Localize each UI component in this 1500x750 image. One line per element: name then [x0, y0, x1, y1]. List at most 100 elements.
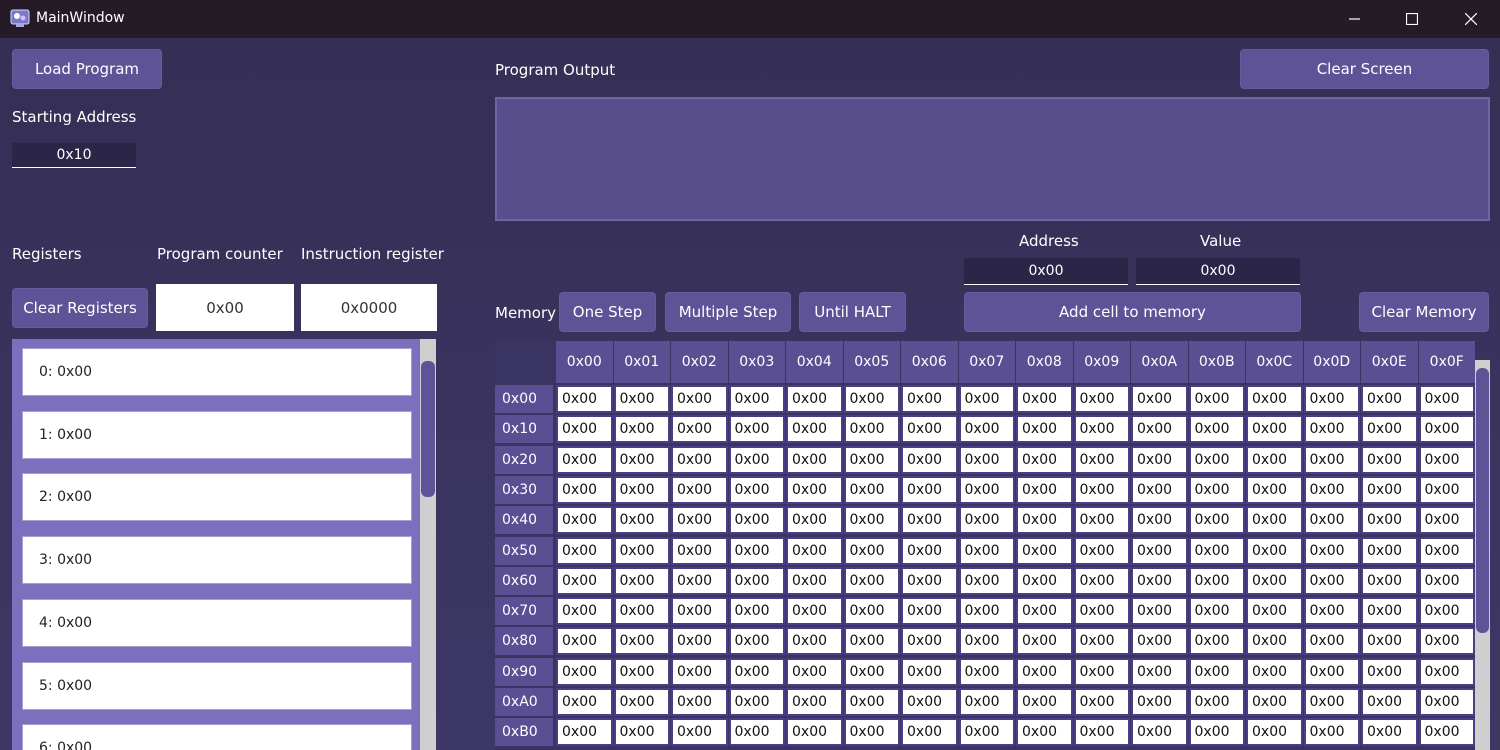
memory-cell[interactable]: 0x00: [613, 385, 670, 413]
register-item[interactable]: 0: 0x00: [22, 348, 412, 396]
memory-cell[interactable]: 0x00: [671, 385, 728, 413]
memory-cell[interactable]: 0x00: [1418, 657, 1475, 686]
memory-cell[interactable]: 0x00: [1073, 536, 1130, 565]
memory-cell[interactable]: 0x00: [728, 506, 785, 535]
memory-cell[interactable]: 0x00: [1188, 385, 1245, 413]
memory-cell[interactable]: 0x00: [671, 445, 728, 474]
memory-cell[interactable]: 0x00: [1361, 536, 1418, 565]
memory-cell[interactable]: 0x00: [1246, 445, 1303, 474]
memory-cell[interactable]: 0x00: [613, 475, 670, 504]
memory-cell[interactable]: 0x00: [671, 475, 728, 504]
memory-cell[interactable]: 0x00: [786, 475, 843, 504]
memory-cell[interactable]: 0x00: [1073, 597, 1130, 626]
add-cell-to-memory-button[interactable]: Add cell to memory: [964, 292, 1301, 332]
memory-cell[interactable]: 0x00: [1016, 566, 1073, 595]
memory-cell[interactable]: 0x00: [613, 506, 670, 535]
memory-cell[interactable]: 0x00: [1073, 688, 1130, 716]
memory-cell[interactable]: 0x00: [1303, 506, 1360, 535]
memory-cell[interactable]: 0x00: [1073, 415, 1130, 444]
memory-cell[interactable]: 0x00: [1361, 445, 1418, 474]
starting-address-input[interactable]: 0x10: [12, 143, 136, 168]
memory-cell[interactable]: 0x00: [901, 415, 958, 444]
memory-cell[interactable]: 0x00: [1246, 718, 1303, 747]
memory-cell[interactable]: 0x00: [1073, 566, 1130, 595]
memory-cell[interactable]: 0x00: [901, 536, 958, 565]
memory-cell[interactable]: 0x00: [786, 688, 843, 716]
until-halt-button[interactable]: Until HALT: [799, 292, 906, 332]
clear-memory-button[interactable]: Clear Memory: [1359, 292, 1489, 332]
memory-cell[interactable]: 0x00: [728, 688, 785, 716]
memory-cell[interactable]: 0x00: [958, 566, 1015, 595]
memory-cell[interactable]: 0x00: [843, 718, 900, 747]
memory-cell[interactable]: 0x00: [556, 536, 613, 565]
maximize-button[interactable]: [1383, 0, 1441, 38]
memory-cell[interactable]: 0x00: [1246, 415, 1303, 444]
register-item[interactable]: 2: 0x00: [22, 473, 412, 522]
register-item[interactable]: 4: 0x00: [22, 598, 412, 647]
memory-cell[interactable]: 0x00: [556, 688, 613, 716]
memory-cell[interactable]: 0x00: [958, 475, 1015, 504]
memory-cell[interactable]: 0x00: [1188, 475, 1245, 504]
registers-list[interactable]: 0: 0x00 1: 0x00 2: 0x00 3: 0x00 4: 0x00 5: 0x…: [12, 339, 436, 750]
memory-cell[interactable]: 0x00: [1016, 536, 1073, 565]
memory-cell[interactable]: 0x00: [671, 627, 728, 656]
memory-cell[interactable]: 0x00: [958, 415, 1015, 444]
memory-cell[interactable]: 0x00: [1131, 597, 1188, 626]
memory-cell[interactable]: 0x00: [1016, 657, 1073, 686]
memory-cell[interactable]: 0x00: [843, 627, 900, 656]
memory-cell[interactable]: 0x00: [728, 657, 785, 686]
memory-cell[interactable]: 0x00: [556, 627, 613, 656]
memory-cell[interactable]: 0x00: [1131, 445, 1188, 474]
clear-screen-button[interactable]: Clear Screen: [1240, 49, 1489, 89]
memory-cell[interactable]: 0x00: [671, 688, 728, 716]
memory-cell[interactable]: 0x00: [1418, 536, 1475, 565]
register-item[interactable]: 1: 0x00: [22, 410, 412, 459]
memory-cell[interactable]: 0x00: [901, 688, 958, 716]
memory-cell[interactable]: 0x00: [1188, 627, 1245, 656]
memory-cell[interactable]: 0x00: [958, 657, 1015, 686]
memory-cell[interactable]: 0x00: [728, 566, 785, 595]
memory-cell[interactable]: 0x00: [1418, 475, 1475, 504]
close-button[interactable]: [1442, 0, 1500, 38]
memory-cell[interactable]: 0x00: [1303, 415, 1360, 444]
memory-cell[interactable]: 0x00: [671, 415, 728, 444]
memory-cell[interactable]: 0x00: [556, 385, 613, 413]
memory-cell[interactable]: 0x00: [1073, 385, 1130, 413]
memory-cell[interactable]: 0x00: [958, 718, 1015, 747]
memory-cell[interactable]: 0x00: [1361, 506, 1418, 535]
memory-cell[interactable]: 0x00: [786, 385, 843, 413]
memory-cell[interactable]: 0x00: [1361, 385, 1418, 413]
memory-cell[interactable]: 0x00: [1131, 657, 1188, 686]
memory-cell[interactable]: 0x00: [1188, 445, 1245, 474]
memory-cell[interactable]: 0x00: [1418, 445, 1475, 474]
memory-cell[interactable]: 0x00: [1303, 597, 1360, 626]
memory-cell[interactable]: 0x00: [1246, 536, 1303, 565]
memory-cell[interactable]: 0x00: [728, 385, 785, 413]
memory-cell[interactable]: 0x00: [671, 657, 728, 686]
memory-cell[interactable]: 0x00: [728, 475, 785, 504]
memory-cell[interactable]: 0x00: [1246, 688, 1303, 716]
memory-cell[interactable]: 0x00: [958, 688, 1015, 716]
memory-scrollbar-thumb[interactable]: [1476, 368, 1489, 633]
memory-cell[interactable]: 0x00: [843, 475, 900, 504]
memory-cell[interactable]: 0x00: [1303, 657, 1360, 686]
memory-cell[interactable]: 0x00: [1361, 657, 1418, 686]
memory-cell[interactable]: 0x00: [1073, 657, 1130, 686]
memory-cell[interactable]: 0x00: [1016, 415, 1073, 444]
memory-cell[interactable]: 0x00: [1016, 475, 1073, 504]
memory-cell[interactable]: 0x00: [728, 445, 785, 474]
memory-cell[interactable]: 0x00: [958, 536, 1015, 565]
memory-cell[interactable]: 0x00: [901, 597, 958, 626]
memory-cell[interactable]: 0x00: [1303, 385, 1360, 413]
load-program-button[interactable]: Load Program: [12, 49, 162, 89]
value-input[interactable]: 0x00: [1136, 258, 1300, 285]
memory-cell[interactable]: 0x00: [786, 718, 843, 747]
memory-cell[interactable]: 0x00: [1016, 385, 1073, 413]
memory-cell[interactable]: 0x00: [1361, 688, 1418, 716]
memory-cell[interactable]: 0x00: [1131, 475, 1188, 504]
program-output-area[interactable]: [495, 97, 1490, 221]
memory-cell[interactable]: 0x00: [613, 445, 670, 474]
memory-cell[interactable]: 0x00: [786, 445, 843, 474]
memory-cell[interactable]: 0x00: [1188, 506, 1245, 535]
memory-cell[interactable]: 0x00: [1188, 657, 1245, 686]
